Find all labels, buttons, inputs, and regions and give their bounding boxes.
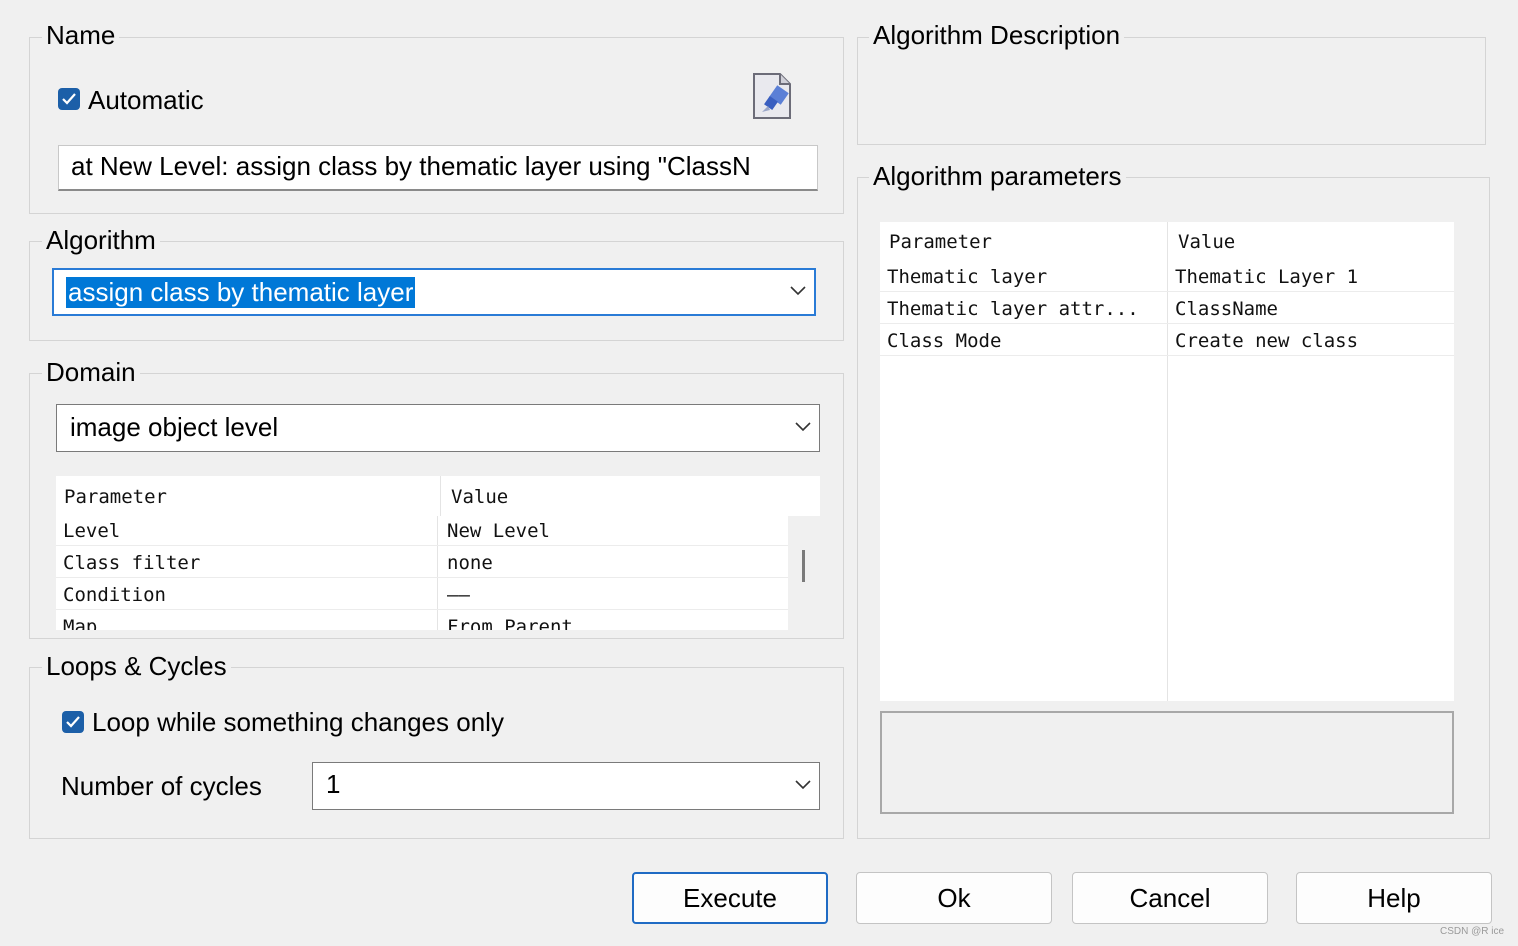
header-parameter: Parameter [64, 486, 167, 508]
description-group [857, 37, 1486, 145]
name-group-title: Name [42, 20, 120, 50]
domain-group-title: Domain [42, 357, 140, 387]
loop-checkbox[interactable] [62, 711, 84, 733]
watermark: CSDN @R ice [1440, 926, 1505, 937]
domain-selected-value: image object level [70, 412, 279, 442]
domain-parameter-grid[interactable]: Parameter Value Level New Level Class fi… [56, 476, 820, 630]
ok-button[interactable]: Ok [856, 872, 1052, 924]
table-row[interactable]: Condition —— [56, 580, 788, 610]
chevron-down-icon [795, 780, 811, 790]
description-group-title: Algorithm Description [869, 20, 1125, 50]
grid-header: Parameter Value [56, 480, 820, 516]
header-parameter: Parameter [889, 231, 992, 253]
table-row[interactable]: Class filter none [56, 548, 788, 578]
cancel-button[interactable]: Cancel [1072, 872, 1268, 924]
name-text-field[interactable]: at New Level: assign class by thematic l… [58, 145, 818, 191]
parameter-description-box [880, 711, 1454, 814]
automatic-checkbox[interactable] [58, 88, 80, 110]
loops-group-title: Loops & Cycles [42, 651, 231, 681]
domain-dropdown[interactable]: image object level [56, 404, 820, 452]
grid-header: Parameter Value [880, 226, 1454, 258]
algo-params-group-title: Algorithm parameters [869, 161, 1126, 191]
algorithm-group-title: Algorithm [42, 225, 160, 255]
execute-button[interactable]: Execute [632, 872, 828, 924]
cycles-label: Number of cycles [61, 771, 262, 801]
chevron-down-icon [790, 286, 806, 296]
chevron-down-icon [795, 422, 811, 432]
algorithm-parameter-grid[interactable]: Parameter Value Thematic layer Thematic … [880, 222, 1454, 701]
loop-label[interactable]: Loop while something changes only [92, 707, 504, 738]
loops-group [29, 667, 844, 839]
table-row[interactable]: Level New Level [56, 516, 788, 546]
algorithm-dropdown[interactable]: assign class by thematic layer [52, 268, 816, 316]
algorithm-selected-value: assign class by thematic layer [66, 277, 416, 308]
cycles-value: 1 [326, 769, 341, 799]
table-row[interactable]: Thematic layer attr... ClassName [880, 294, 1454, 324]
cycles-dropdown[interactable]: 1 [312, 762, 820, 810]
automatic-label[interactable]: Automatic [88, 85, 204, 116]
table-row[interactable]: Class Mode Create new class [880, 326, 1454, 356]
table-row[interactable]: Map From Parent [56, 612, 788, 630]
header-value: Value [451, 486, 509, 508]
document-edit-icon[interactable] [752, 72, 794, 120]
table-row[interactable]: Thematic layer Thematic Layer 1 [880, 262, 1454, 292]
scrollbar-thumb[interactable] [802, 550, 805, 582]
grid-scrollbar[interactable] [788, 516, 820, 630]
header-value: Value [1178, 231, 1236, 253]
help-button[interactable]: Help [1296, 872, 1492, 924]
